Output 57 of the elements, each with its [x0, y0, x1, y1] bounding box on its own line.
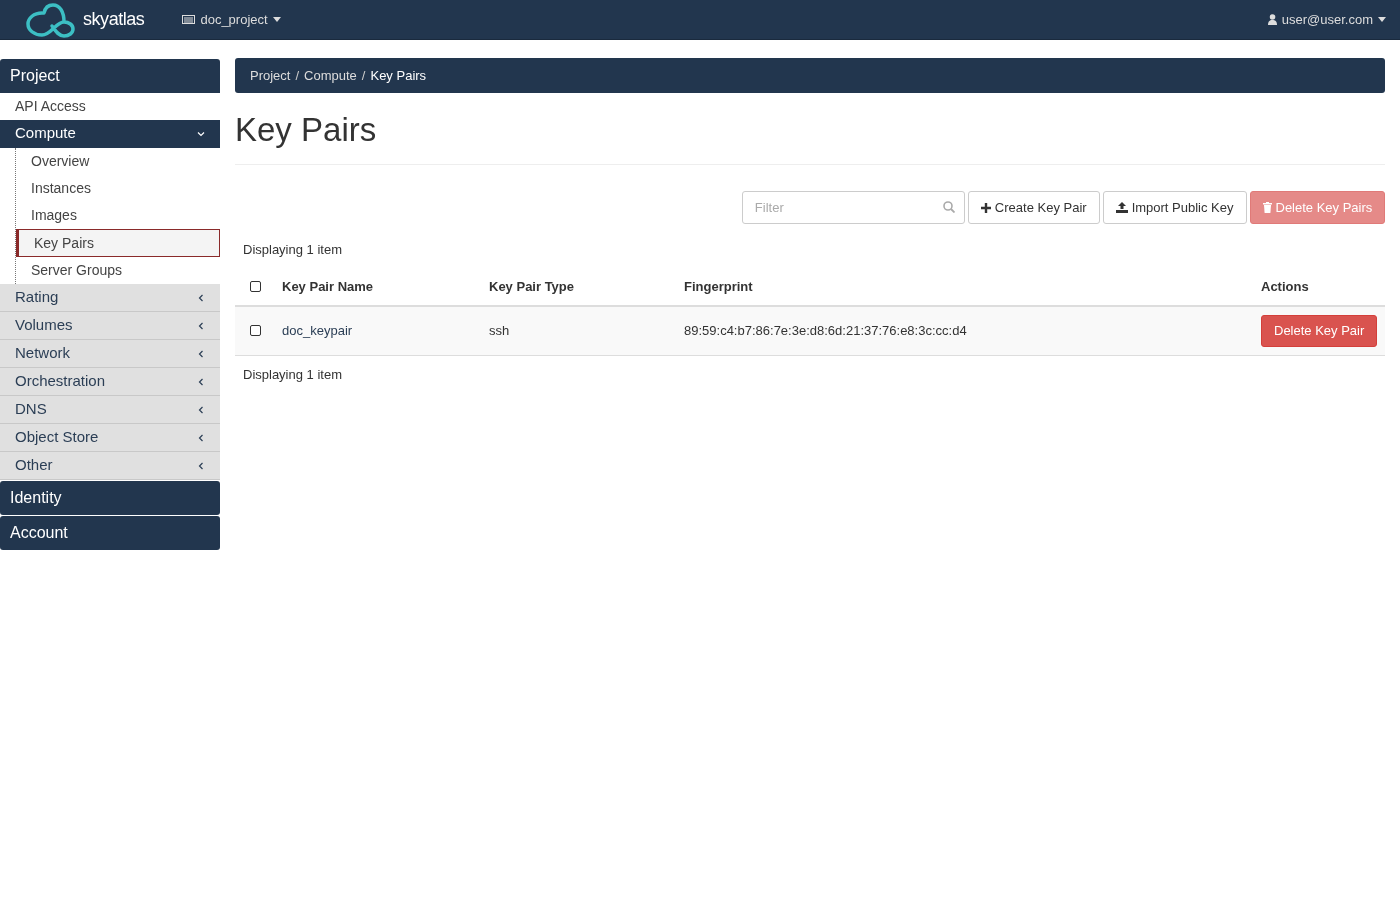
user-icon [1267, 14, 1277, 25]
plus-icon [980, 202, 991, 213]
column-header: Key Pair Name [282, 278, 375, 296]
sidebar-item[interactable]: Server Groups [16, 257, 220, 284]
table-cell-text: 89:59:c4:b7:86:7e:3e:d8:6d:21:37:76:e8:3c:cc:d4 [684, 322, 968, 340]
sidebar-group[interactable]: Orchestration [0, 368, 220, 396]
search-icon [942, 201, 955, 214]
sidebar-item[interactable]: Images [16, 202, 220, 229]
sidebar-group[interactable]: Rating [0, 284, 220, 312]
brand-name[interactable]: skyatlas [83, 6, 145, 33]
sidebar-panel-header[interactable]: Identity [0, 481, 220, 515]
breadcrumb-link[interactable]: Project [250, 65, 291, 86]
column-header: Fingerprint [684, 278, 754, 296]
toolbar-button[interactable]: Import Public Key [1102, 191, 1247, 225]
sidebar-group[interactable]: Other [0, 452, 220, 480]
toolbar-button[interactable]: Create Key Pair [967, 191, 1100, 225]
chevron-left-icon [197, 433, 205, 442]
sidebar-group[interactable]: Volumes [0, 312, 220, 340]
breadcrumb-separator: / [361, 66, 366, 85]
item-count: Displaying 1 item [242, 365, 343, 384]
page-title: Key Pairs [235, 109, 1386, 166]
sidebar-group[interactable]: Object Store [0, 424, 220, 452]
chevron-left-icon [197, 321, 205, 330]
upload-icon [1115, 202, 1128, 214]
breadcrumb-link[interactable]: Key Pairs [370, 65, 427, 86]
sidebar-item[interactable]: Instances [16, 175, 220, 202]
sidebar-item[interactable]: Key Pairs [16, 229, 220, 257]
chevron-left-icon [197, 293, 205, 302]
chevron-left-icon [197, 349, 205, 358]
chevron-left-icon [197, 377, 205, 386]
list-icon [182, 15, 196, 24]
chevron-down-icon [197, 129, 205, 138]
sidebar-group[interactable]: Compute [0, 120, 220, 148]
delete-button[interactable]: Delete Key Pair [1261, 314, 1378, 347]
project-selector[interactable]: doc_project [182, 9, 281, 30]
item-count: Displaying 1 item [242, 241, 343, 260]
breadcrumb-link[interactable]: Compute [304, 65, 357, 86]
table-cell-text: ssh [489, 322, 511, 340]
chevron-left-icon [197, 405, 205, 414]
filter-field[interactable]: Filter [741, 191, 965, 225]
column-header: Key Pair Type [489, 278, 576, 296]
user-menu[interactable]: user@user.com [1267, 9, 1386, 30]
caret-icon [272, 17, 281, 22]
sidebar-group[interactable]: Network [0, 340, 220, 368]
column-header: Actions [1261, 278, 1310, 296]
chevron-left-icon [197, 461, 205, 470]
checkbox[interactable] [250, 325, 261, 337]
caret-icon [1378, 17, 1386, 22]
breadcrumb-separator: / [295, 66, 300, 85]
sidebar-panel-header[interactable]: Project [0, 59, 220, 93]
sidebar-link[interactable]: API Access [0, 93, 220, 120]
sidebar-group[interactable]: DNS [0, 396, 220, 424]
trash-icon [1262, 202, 1272, 214]
sidebar-panel-header[interactable]: Account [0, 516, 220, 550]
checkbox[interactable] [250, 281, 261, 293]
keypair-name-link[interactable]: doc_keypair [282, 321, 489, 341]
sidebar-item[interactable]: Overview [16, 148, 220, 175]
